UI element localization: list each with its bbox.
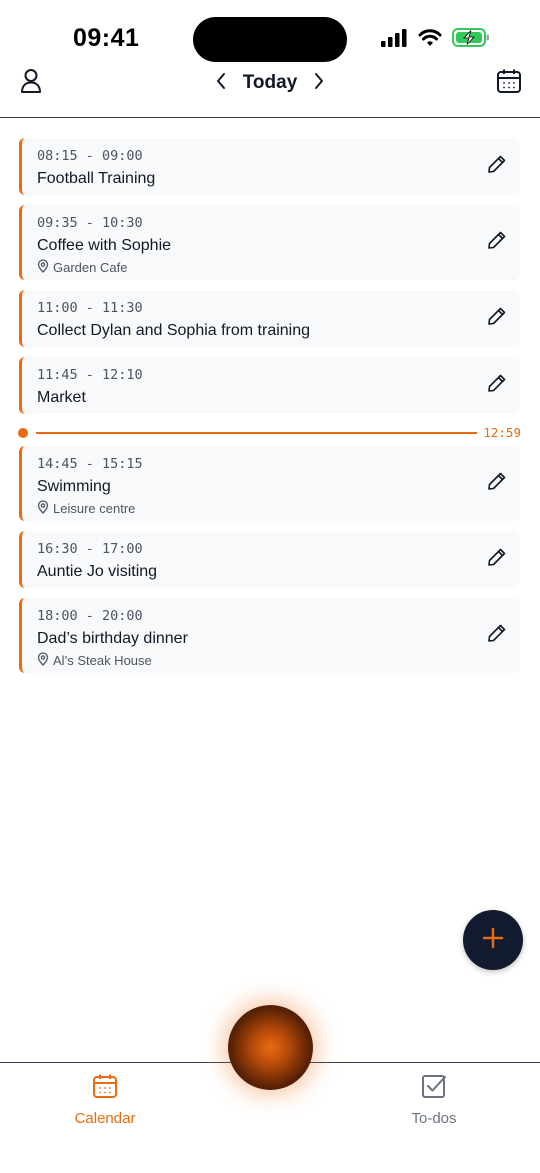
event-card[interactable]: 16:30 - 17:00 Auntie Jo visiting <box>19 531 520 588</box>
tab-calendar[interactable]: Calendar <box>35 1073 175 1127</box>
event-card[interactable]: 08:15 - 09:00 Football Training <box>19 138 520 195</box>
wifi-icon <box>418 28 442 52</box>
event-time: 16:30 - 17:00 <box>37 541 143 557</box>
pencil-icon <box>487 623 507 648</box>
current-time-dot <box>18 428 28 438</box>
edit-event-button[interactable] <box>486 154 508 179</box>
event-title: Auntie Jo visiting <box>37 563 158 580</box>
map-pin-icon <box>37 259 49 277</box>
event-location-text: Leisure centre <box>53 501 136 516</box>
chevron-right-icon <box>313 72 325 95</box>
edit-event-button[interactable] <box>486 471 508 496</box>
event-title: Football Training <box>37 170 156 187</box>
current-time-indicator: 12:59 <box>18 420 521 446</box>
plus-icon <box>482 927 504 954</box>
event-location-text: Garden Cafe <box>53 260 128 275</box>
event-list: 08:15 - 09:00 Football Training 09:35 - … <box>18 138 521 683</box>
event-location-text: Al’s Steak House <box>53 653 152 668</box>
event-time: 18:00 - 20:00 <box>37 608 143 624</box>
event-card[interactable]: 18:00 - 20:00 Dad’s birthday dinner Al’s… <box>19 598 520 673</box>
edit-event-button[interactable] <box>486 306 508 331</box>
next-day-button[interactable] <box>306 68 332 98</box>
edit-event-button[interactable] <box>486 373 508 398</box>
status-bar: 09:41 <box>0 0 540 62</box>
user-icon <box>20 68 42 99</box>
add-event-button[interactable] <box>463 910 523 970</box>
map-pin-icon <box>37 500 49 518</box>
tab-calendar-label: Calendar <box>74 1110 136 1127</box>
pencil-icon <box>487 154 507 179</box>
event-card[interactable]: 14:45 - 15:15 Swimming Leisure centre <box>19 446 520 521</box>
event-location: Garden Cafe <box>37 259 470 277</box>
event-time: 11:00 - 11:30 <box>37 300 143 316</box>
checkbox-icon <box>421 1073 447 1104</box>
current-time-label: 12:59 <box>483 425 521 440</box>
edit-event-button[interactable] <box>486 623 508 648</box>
event-location: Al’s Steak House <box>37 652 470 670</box>
pencil-icon <box>487 471 507 496</box>
event-time: 08:15 - 09:00 <box>37 148 143 164</box>
map-pin-icon <box>37 652 49 670</box>
event-card[interactable]: 11:00 - 11:30 Collect Dylan and Sophia f… <box>19 290 520 347</box>
assistant-orb-button[interactable] <box>228 1005 313 1090</box>
calendar-icon <box>496 68 522 99</box>
cellular-signal-icon <box>381 28 408 52</box>
calendar-picker-button[interactable] <box>492 66 526 100</box>
event-title: Swimming <box>37 478 111 495</box>
tab-todos[interactable]: To-dos <box>364 1073 504 1127</box>
page-title[interactable]: Today <box>230 72 310 94</box>
pencil-icon <box>487 306 507 331</box>
status-icons <box>381 28 490 52</box>
event-title: Coffee with Sophie <box>37 237 172 254</box>
pencil-icon <box>487 547 507 572</box>
edit-event-button[interactable] <box>486 547 508 572</box>
status-time: 09:41 <box>73 24 140 52</box>
tab-todos-label: To-dos <box>411 1110 457 1127</box>
event-time: 14:45 - 15:15 <box>37 456 143 472</box>
event-location: Leisure centre <box>37 500 470 518</box>
event-title: Market <box>37 389 86 406</box>
chevron-left-icon <box>215 72 227 95</box>
event-card[interactable]: 11:45 - 12:10 Market <box>19 357 520 414</box>
dynamic-island <box>193 17 347 62</box>
pencil-icon <box>487 230 507 255</box>
profile-button[interactable] <box>14 66 48 100</box>
current-time-line <box>36 432 477 434</box>
event-card[interactable]: 09:35 - 10:30 Coffee with Sophie Garden … <box>19 205 520 280</box>
event-title: Dad’s birthday dinner <box>37 630 188 647</box>
edit-event-button[interactable] <box>486 230 508 255</box>
pencil-icon <box>487 373 507 398</box>
date-header: Today <box>0 62 540 118</box>
event-title: Collect Dylan and Sophia from training <box>37 322 311 339</box>
event-time: 09:35 - 10:30 <box>37 215 143 231</box>
calendar-icon <box>92 1073 118 1104</box>
battery-charging-icon <box>452 28 490 52</box>
event-time: 11:45 - 12:10 <box>37 367 143 383</box>
